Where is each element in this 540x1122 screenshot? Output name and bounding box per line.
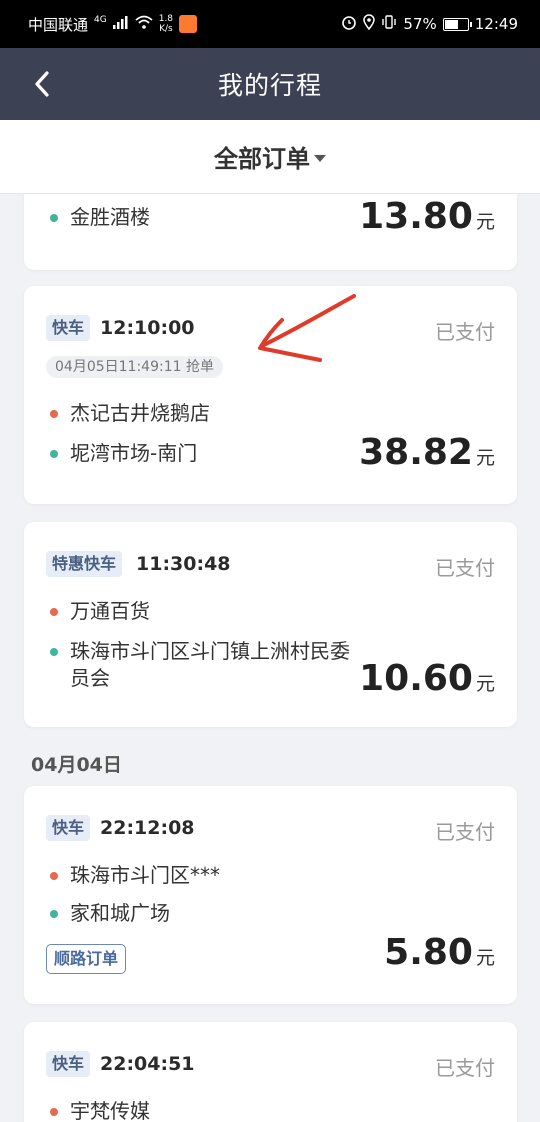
signal-icon <box>112 15 129 33</box>
order-price: 10.60 元 <box>359 658 495 699</box>
net-speed: 1.8 K/s <box>159 14 173 34</box>
origin: 杰记古井烧鹅店 <box>50 400 352 427</box>
payment-status: 已支付 <box>435 320 495 344</box>
order-type-tag: 快车 <box>46 815 91 841</box>
order-type-tag: 快车 <box>46 315 91 341</box>
route-order-badge: 顺路订单 <box>46 944 127 974</box>
start-dot-icon <box>50 410 58 418</box>
destination-name: 珠海市斗门区斗门镇上洲村民委员会 <box>70 639 350 690</box>
origin-name: 杰记古井烧鹅店 <box>70 401 210 425</box>
order-card[interactable]: 快车 22:12:08 已支付 珠海市斗门区*** 家和城广场 顺路订单 5.8… <box>24 786 517 1004</box>
hand-drawn-arrow-icon <box>258 294 356 362</box>
speed-value: 1.8 <box>158 14 174 24</box>
price-amount: 5.80 <box>384 932 473 973</box>
order-type-tag: 特惠快车 <box>46 551 123 577</box>
payment-status: 已支付 <box>435 556 495 580</box>
wifi-icon <box>135 15 153 33</box>
end-dot-icon <box>50 910 58 918</box>
start-dot-icon <box>50 608 58 616</box>
app-notification-icon <box>179 15 198 33</box>
order-price: 5.80 元 <box>384 932 495 973</box>
price-amount: 10.60 <box>359 658 473 699</box>
vibrate-icon <box>381 15 397 33</box>
order-filter-dropdown[interactable]: 全部订单 <box>214 139 326 174</box>
destination-name: 坭湾市场-南门 <box>70 441 198 465</box>
filter-label: 全部订单 <box>214 145 310 173</box>
network-label: 4G <box>94 15 107 25</box>
order-time: 22:04:51 <box>100 1053 195 1075</box>
origin-name: 宇梵传媒 <box>70 1099 150 1122</box>
clock: 12:49 <box>474 15 518 33</box>
caret-down-icon <box>314 154 326 162</box>
price-unit: 元 <box>475 211 495 233</box>
order-card[interactable]: 快车 22:04:51 已支付 宇梵传媒 <box>24 1022 517 1122</box>
destination-name: 金胜酒楼 <box>70 205 150 229</box>
app-header: 我的行程 <box>0 48 540 120</box>
price-unit: 元 <box>475 947 495 969</box>
price-amount: 13.80 <box>359 196 473 237</box>
end-dot-icon <box>50 214 58 222</box>
status-right: 57% 12:49 <box>341 14 518 34</box>
destination: 家和城广场 <box>50 900 352 927</box>
destination: 金胜酒楼 <box>50 204 352 231</box>
carrier-label: 中国联通 <box>28 15 89 34</box>
grab-time-badge: 04月05日11:49:11 抢单 <box>46 356 223 378</box>
end-dot-icon <box>50 648 58 656</box>
location-icon <box>363 14 376 34</box>
battery-icon <box>442 17 472 31</box>
order-time: 22:12:08 <box>100 817 195 839</box>
date-group-header: 04月04日 <box>31 754 122 776</box>
alarm-icon <box>341 14 357 34</box>
filter-bar: 全部订单 <box>0 120 540 194</box>
order-time: 11:30:48 <box>136 553 231 575</box>
order-type-tag: 快车 <box>46 1051 91 1077</box>
status-bar: 中国联通 4G 1.8 K/s 57% 12:49 <box>0 0 540 48</box>
payment-status: 已支付 <box>435 1056 495 1080</box>
order-price: 13.80 元 <box>359 196 495 237</box>
origin: 珠海市斗门区*** <box>50 862 352 889</box>
price-amount: 38.82 <box>359 432 473 473</box>
back-arrow-icon <box>35 71 49 97</box>
order-card[interactable]: 特惠快车 11:30:48 已支付 万通百货 珠海市斗门区斗门镇上洲村民委员会 … <box>24 522 517 727</box>
start-dot-icon <box>50 872 58 880</box>
payment-status: 已支付 <box>435 820 495 844</box>
origin-name: 珠海市斗门区*** <box>70 863 220 887</box>
start-dot-icon <box>50 1108 58 1116</box>
destination: 坭湾市场-南门 <box>50 440 352 467</box>
order-card[interactable]: 金胜酒楼 13.80 元 <box>24 194 517 270</box>
origin: 宇梵传媒 <box>50 1098 352 1122</box>
end-dot-icon <box>50 450 58 458</box>
destination: 珠海市斗门区斗门镇上洲村民委员会 <box>50 638 352 692</box>
price-unit: 元 <box>475 447 495 469</box>
price-unit: 元 <box>475 673 495 695</box>
page-title: 我的行程 <box>217 71 322 100</box>
destination-name: 家和城广场 <box>70 901 170 925</box>
order-time: 12:10:00 <box>100 317 195 339</box>
status-left: 中国联通 4G 1.8 K/s <box>28 14 198 35</box>
battery-percent: 57% <box>403 15 437 33</box>
back-button[interactable] <box>22 64 62 104</box>
speed-unit: K/s <box>159 24 173 34</box>
origin-name: 万通百货 <box>70 599 150 623</box>
origin: 万通百货 <box>50 598 352 625</box>
order-price: 38.82 元 <box>359 432 495 473</box>
